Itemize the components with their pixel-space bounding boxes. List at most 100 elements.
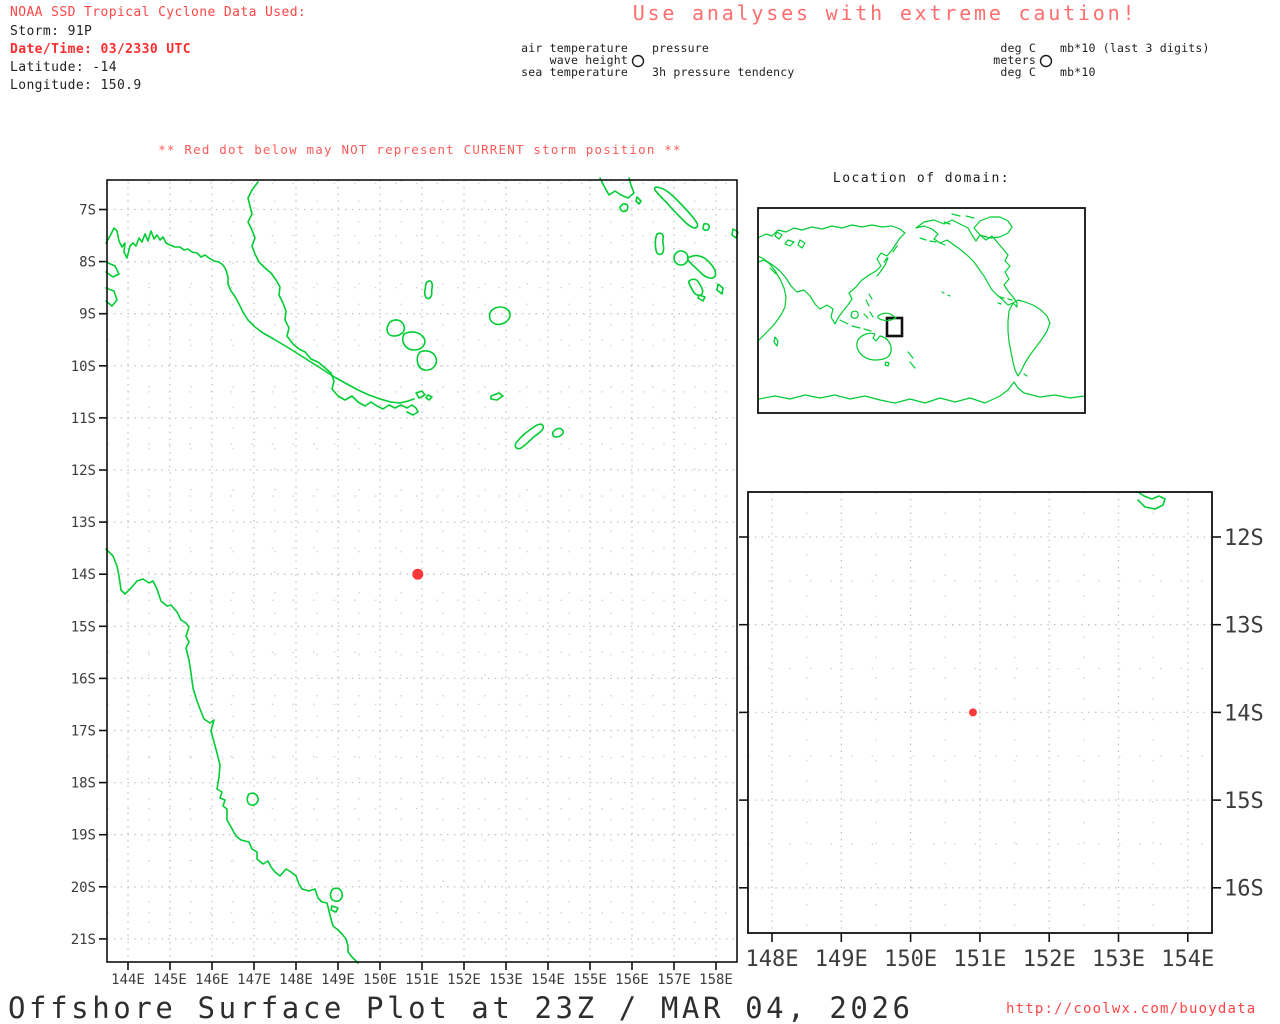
island-rossel <box>551 427 564 438</box>
main-map-grid: 144E 145E 146E 147E 148E 149E 150E 151E 152E 153E… <box>71 180 737 988</box>
island-tagula <box>514 423 545 450</box>
y-tick-label: 13S <box>1224 614 1264 639</box>
islet-new-ireland-2 <box>635 196 642 205</box>
legend-unit-mb: mb*10 <box>1060 65 1096 79</box>
x-tick-label: 145E <box>153 972 187 988</box>
y-tick-label: 16S <box>71 671 96 687</box>
y-tick-label: 20S <box>71 880 96 896</box>
world-borneo <box>850 310 859 319</box>
legend-unit-degc-2: deg C <box>1000 65 1036 79</box>
x-tick-label: 156E <box>615 972 649 988</box>
world-sulawesi <box>863 311 874 319</box>
header-source-line: NOAA SSD Tropical Cyclone Data Used: <box>10 5 307 20</box>
header-storm: Storm: 91P <box>10 24 93 39</box>
island-kiriwina <box>423 280 434 300</box>
y-tick-label: 9S <box>79 307 96 323</box>
x-tick-label: 157E <box>657 972 691 988</box>
island-woodlark <box>488 306 511 326</box>
storm-position-dot-zoom <box>968 708 977 717</box>
storm-position-warning: ** Red dot below may NOT represent CURRE… <box>158 142 682 157</box>
world-black-sea <box>784 239 795 247</box>
header-datetime: Date/Time: 03/2330 UTC <box>10 42 191 57</box>
islet-qld-hinchinbrook <box>329 887 343 902</box>
header-latitude: Latitude: -14 <box>10 60 117 75</box>
world-tasmania <box>884 361 890 367</box>
island-goodenough <box>386 319 406 337</box>
inset-title: Location of domain: <box>832 171 1011 186</box>
legend-pressure: pressure <box>652 41 709 55</box>
x-tick-label: 152E <box>1023 947 1076 972</box>
world-indonesia <box>839 319 872 332</box>
coastline-new-ireland <box>599 177 635 199</box>
y-tick-label: 12S <box>71 463 96 479</box>
x-tick-label: 158E <box>699 972 733 988</box>
y-tick-label: 8S <box>79 255 96 271</box>
islet-solomon-1 <box>697 294 706 302</box>
islet-new-ireland-1 <box>619 203 629 213</box>
y-tick-label: 16S <box>1224 877 1264 902</box>
x-tick-label: 153E <box>489 972 523 988</box>
caution-title: Use analyses with extreme caution! <box>632 1 1138 25</box>
island-normanby <box>416 350 438 371</box>
y-tick-label: 15S <box>71 619 96 635</box>
x-tick-label: 154E <box>531 972 565 988</box>
x-tick-label: 151E <box>953 947 1006 972</box>
island-bougainville <box>653 186 699 229</box>
footer-url[interactable]: http://coolwx.com/buoydata <box>1006 1002 1256 1017</box>
y-tick-label: 7S <box>79 203 96 219</box>
station-circle-units-icon <box>1039 54 1053 68</box>
world-new-zealand <box>907 351 916 369</box>
coastline-new-guinea-south <box>105 227 415 404</box>
x-tick-label: 151E <box>405 972 439 988</box>
x-tick-label: 154E <box>1161 947 1214 972</box>
world-caspian <box>797 239 806 249</box>
world-madagascar <box>773 336 779 347</box>
buoy-plot-page: 144E 145E 146E 147E 148E 149E 150E 151E 152E 153E… <box>0 0 1280 1024</box>
world-africa <box>757 259 787 342</box>
island-misima <box>490 392 504 401</box>
world-greenland <box>973 216 1013 239</box>
legend-sea-temperature: sea temperature <box>521 65 628 79</box>
storm-position-dot-main <box>412 568 424 580</box>
world-uk <box>774 231 783 240</box>
y-tick-label: 21S <box>71 932 96 948</box>
x-tick-label: 148E <box>279 972 313 988</box>
islet-qld-hook <box>246 792 259 806</box>
y-tick-label: 11S <box>71 411 96 427</box>
world-north-america <box>915 219 1018 308</box>
island-ring-atoll <box>673 250 689 266</box>
island-buka <box>654 232 665 256</box>
y-tick-label: 19S <box>71 828 96 844</box>
x-tick-label: 153E <box>1092 947 1145 972</box>
y-tick-label: 14S <box>71 567 96 583</box>
island-fergusson <box>401 331 426 351</box>
world-falklands <box>1023 373 1028 377</box>
world-eurasia <box>757 224 906 325</box>
x-tick-label: 149E <box>321 972 355 988</box>
world-south-america <box>1007 299 1051 377</box>
legend-unit-mb-last3: mb*10 (last 3 digits) <box>1060 41 1210 55</box>
x-tick-label: 155E <box>573 972 607 988</box>
islet-pair-2 <box>425 394 433 401</box>
world-arctic-islands <box>943 213 975 225</box>
x-tick-label: 149E <box>815 947 868 972</box>
legend-pressure-tendency: 3h pressure tendency <box>652 65 795 79</box>
islet-solomon-2 <box>716 283 724 295</box>
world-antarctica <box>758 381 1085 404</box>
coastline-left-hook-1 <box>105 261 120 278</box>
x-tick-label: 148E <box>746 947 799 972</box>
islet-bougainville <box>702 222 710 232</box>
y-tick-label: 12S <box>1224 526 1264 551</box>
zoom-map-grid: 148E 149E 150E 151E 152E 153E 154E 12S 13S 14S 15S… <box>739 492 1264 972</box>
zoom-map-island-fragment <box>1137 491 1166 510</box>
y-tick-label: 13S <box>71 515 96 531</box>
world-hawaii <box>941 291 951 297</box>
islet-pair-1 <box>415 390 426 399</box>
station-circle-icon <box>631 54 645 68</box>
header-longitude: Longitude: 150.9 <box>10 78 142 93</box>
x-tick-label: 146E <box>195 972 229 988</box>
y-tick-label: 17S <box>71 724 96 740</box>
world-aleutians <box>919 237 946 246</box>
x-tick-label: 150E <box>884 947 937 972</box>
x-tick-label: 144E <box>111 972 145 988</box>
